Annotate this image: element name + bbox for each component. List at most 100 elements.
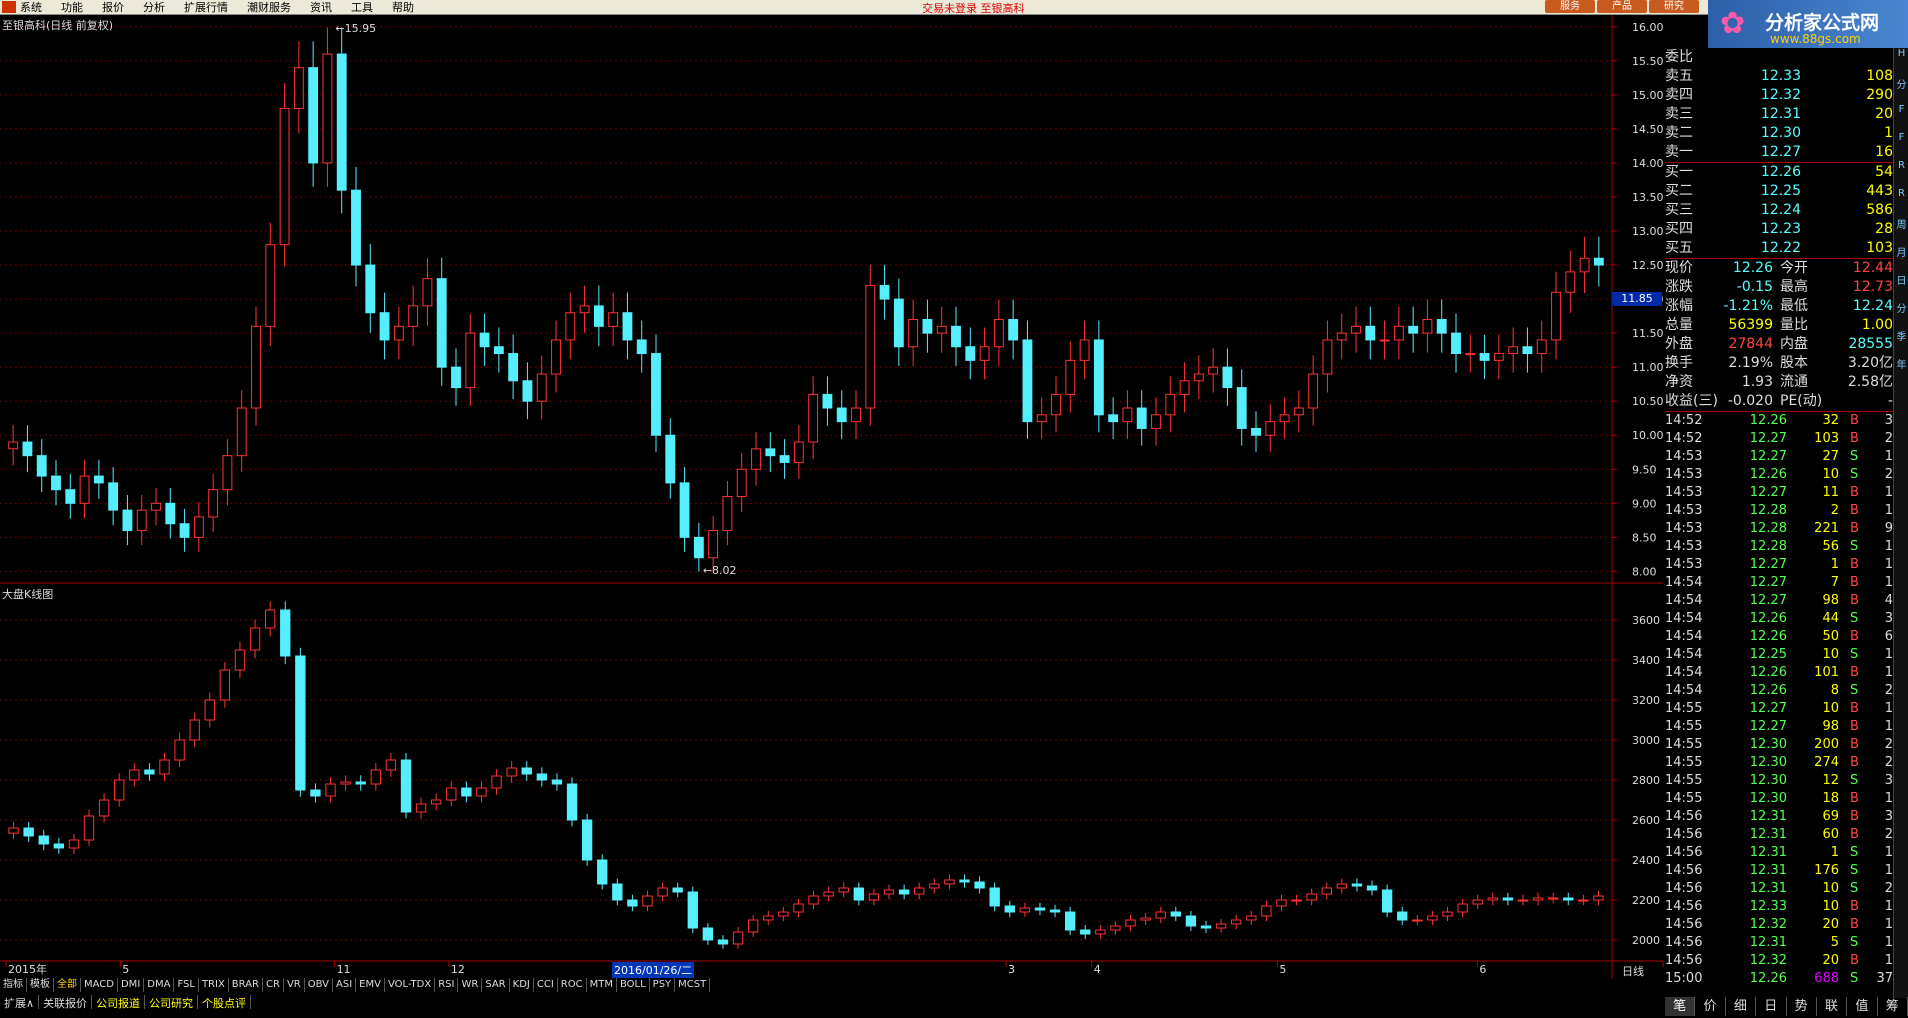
- menu-item-analysis[interactable]: 分析: [143, 0, 165, 15]
- research-button[interactable]: 研究: [1649, 0, 1699, 13]
- indicator-tab[interactable]: DMI: [118, 978, 145, 992]
- ask-row[interactable]: 卖一 12.27 16: [1665, 143, 1893, 162]
- indicator-tab[interactable]: EMV: [356, 978, 385, 992]
- indicator-tab[interactable]: SAR: [482, 978, 510, 992]
- candle-body: [415, 803, 427, 813]
- candle-body: [1442, 911, 1453, 917]
- indicator-tab[interactable]: MACD: [81, 978, 118, 992]
- menu-item-system[interactable]: 系统: [20, 0, 42, 15]
- right-panel-tab[interactable]: 日: [1756, 997, 1787, 1016]
- ask-row[interactable]: 卖三 12.31 20: [1665, 105, 1893, 124]
- side-toolbar-button[interactable]: 季: [1894, 328, 1908, 356]
- service-button[interactable]: 服务: [1545, 0, 1595, 13]
- stat-value-2: 12.73: [1852, 279, 1893, 295]
- bid-row[interactable]: 买二 12.25 443: [1665, 182, 1893, 201]
- indicator-tab[interactable]: FSL: [174, 978, 199, 992]
- side-toolbar-button[interactable]: 月: [1894, 244, 1908, 272]
- right-panel-tab[interactable]: 势: [1787, 997, 1817, 1016]
- indicator-tab[interactable]: BOLL: [617, 978, 650, 992]
- candle-body: [657, 887, 668, 897]
- ask-row[interactable]: 卖二 12.30 1: [1665, 124, 1893, 143]
- indicator-tab[interactable]: MTM: [587, 978, 617, 992]
- candle-body: [838, 887, 849, 893]
- menu-item-ext-market[interactable]: 扩展行情: [184, 0, 228, 15]
- tick-volume: 60: [1822, 827, 1839, 842]
- menu-item-service[interactable]: 潮财服务: [247, 0, 291, 15]
- indicator-tab[interactable]: 指标: [0, 978, 27, 992]
- side-toolbar-button[interactable]: R: [1894, 188, 1908, 216]
- stat-value: 12.26: [1732, 260, 1773, 276]
- menu-item-function[interactable]: 功能: [61, 0, 83, 15]
- indicator-tab[interactable]: 全部: [54, 978, 81, 992]
- indicator-tab[interactable]: PSY: [650, 978, 676, 992]
- indicator-tab[interactable]: ROC: [558, 978, 587, 992]
- ask-row[interactable]: 卖四 12.32 290: [1665, 86, 1893, 105]
- side-toolbar-button[interactable]: R: [1894, 160, 1908, 188]
- right-panel-tab[interactable]: 联: [1817, 997, 1848, 1016]
- side-toolbar-button[interactable]: 周: [1894, 216, 1908, 244]
- side-toolbar-button[interactable]: 年: [1894, 356, 1908, 384]
- candle-body: [325, 783, 336, 797]
- bottom-link[interactable]: 关联报价: [39, 995, 93, 1010]
- menu-item-quote[interactable]: 报价: [102, 0, 124, 15]
- indicator-tab[interactable]: VOL-TDX: [385, 978, 436, 992]
- bottom-link[interactable]: 公司报道: [92, 995, 146, 1010]
- side-toolbar-button[interactable]: 分: [1894, 300, 1908, 328]
- indicator-tab[interactable]: CR: [263, 978, 284, 992]
- indicator-tab[interactable]: WR: [458, 978, 483, 992]
- stat-label-2: 量比: [1780, 317, 1808, 333]
- candle-body: [1165, 393, 1176, 416]
- indicator-tab[interactable]: BRAR: [229, 978, 263, 992]
- bottom-link[interactable]: 公司研究: [145, 995, 199, 1010]
- indicator-tab[interactable]: OBV: [305, 978, 333, 992]
- bid-row[interactable]: 买五 12.22 103: [1665, 239, 1893, 258]
- tick-direction: B: [1850, 719, 1859, 734]
- period-label[interactable]: 日线: [1622, 963, 1644, 979]
- right-panel-tab[interactable]: 值: [1847, 997, 1878, 1016]
- indicator-tab[interactable]: KDJ: [510, 978, 534, 992]
- menu-item-info[interactable]: 资讯: [310, 0, 332, 15]
- bid-row[interactable]: 买三 12.24 586: [1665, 201, 1893, 220]
- right-panel-tab[interactable]: 细: [1726, 997, 1757, 1016]
- ask-row[interactable]: 卖五 12.33 108: [1665, 67, 1893, 86]
- bottom-link[interactable]: 扩展∧: [0, 995, 40, 1010]
- indicator-tab[interactable]: TRIX: [199, 978, 229, 992]
- side-toolbar-button[interactable]: 日: [1894, 272, 1908, 300]
- candle-body: [1246, 915, 1257, 921]
- tick-direction: B: [1850, 503, 1859, 518]
- product-button[interactable]: 产品: [1597, 0, 1647, 13]
- stat-label: 换手: [1665, 355, 1693, 371]
- side-toolbar-button[interactable]: F: [1894, 104, 1908, 132]
- stat-label-2: 内盘: [1780, 336, 1808, 352]
- indicator-tab[interactable]: VR: [284, 978, 305, 992]
- side-toolbar-button[interactable]: F: [1894, 132, 1908, 160]
- candle-body: [1397, 911, 1408, 921]
- tick-volume: 176: [1814, 863, 1839, 878]
- right-panel-tab[interactable]: 价: [1695, 997, 1726, 1016]
- indicator-tab[interactable]: CCI: [534, 978, 558, 992]
- bottom-link[interactable]: 个股点评: [198, 995, 252, 1010]
- indicator-tab[interactable]: DMA: [144, 978, 175, 992]
- candle-body: [1276, 899, 1287, 907]
- candle-body: [506, 767, 517, 777]
- indicator-tab[interactable]: 模板: [27, 978, 54, 992]
- menu-item-help[interactable]: 帮助: [392, 0, 414, 15]
- tick-time: 15:00: [1665, 971, 1703, 986]
- candle-body: [1108, 414, 1119, 423]
- indicator-tab[interactable]: ASI: [333, 978, 357, 992]
- side-toolbar-button[interactable]: H: [1894, 48, 1908, 76]
- bid-row[interactable]: 买一 12.26 54: [1665, 163, 1893, 182]
- indicator-tab[interactable]: RSI: [435, 978, 459, 992]
- side-toolbar-button[interactable]: 分: [1894, 76, 1908, 104]
- right-panel-tab[interactable]: 笔: [1665, 997, 1696, 1016]
- tick-volume: 32: [1822, 413, 1839, 428]
- order-volume: 586: [1866, 202, 1893, 218]
- indicator-tab[interactable]: MCST: [675, 978, 711, 992]
- candle-body: [351, 189, 361, 266]
- candle-body: [627, 899, 638, 907]
- menu-item-tools[interactable]: 工具: [351, 0, 373, 15]
- tick-row: 14:54 12.26 50 B 6: [1665, 628, 1893, 646]
- chart-area[interactable]: 8.008.509.009.5010.0010.5011.0011.5012.0…: [0, 15, 1664, 978]
- bid-row[interactable]: 买四 12.23 28: [1665, 220, 1893, 239]
- right-panel-tab[interactable]: 筹: [1878, 997, 1908, 1016]
